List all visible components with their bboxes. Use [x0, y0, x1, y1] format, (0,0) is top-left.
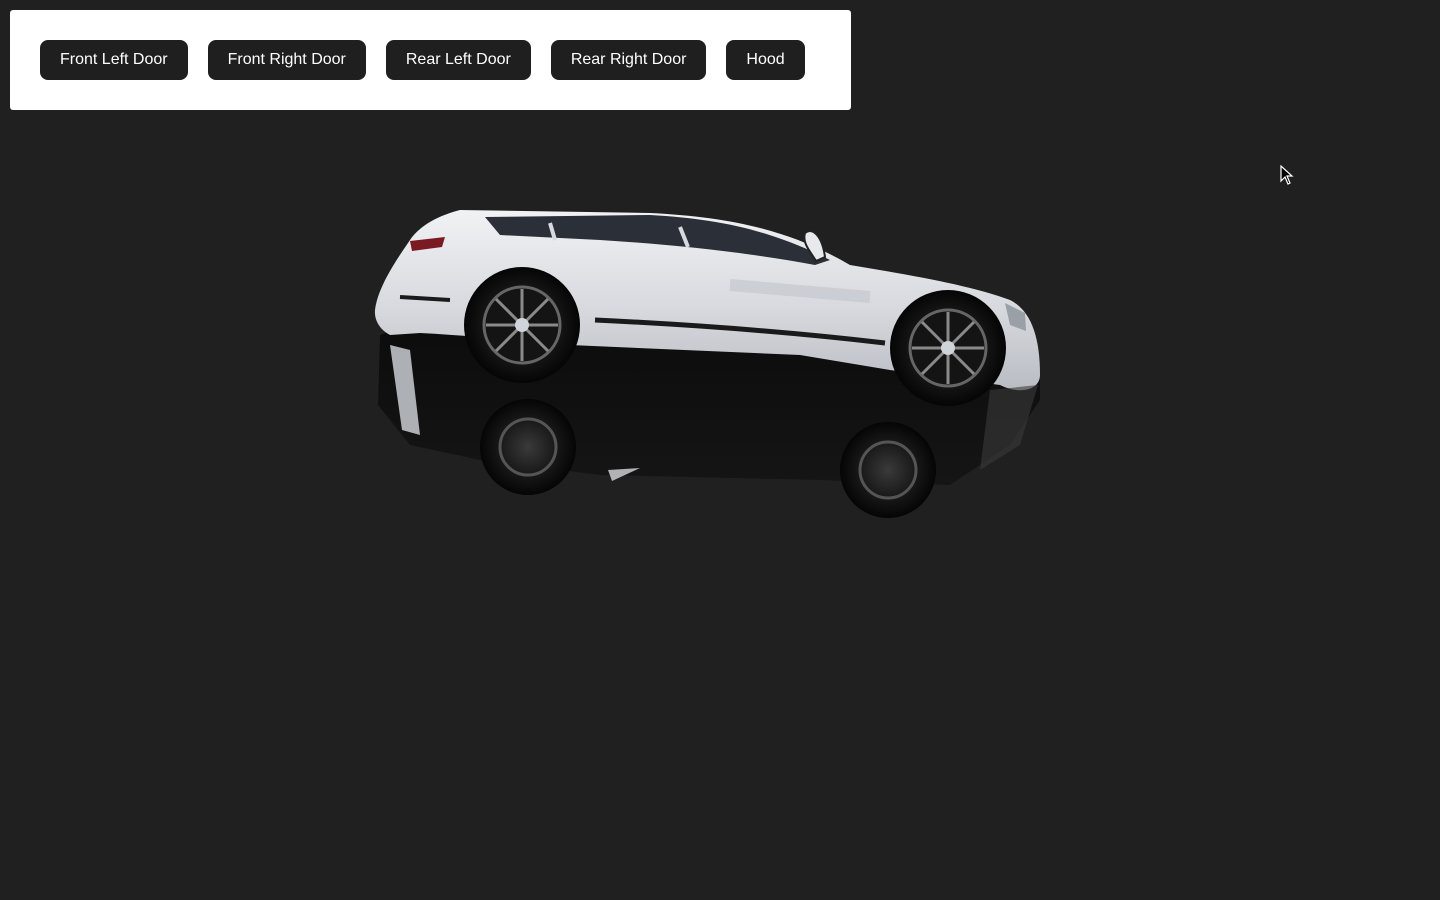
front-right-door-button[interactable]: Front Right Door [207, 40, 366, 80]
parts-toolbar: Front Left Door Front Right Door Rear Le… [10, 10, 851, 110]
wheel-upper-rear [464, 267, 580, 383]
app-canvas[interactable]: Front Left Door Front Right Door Rear Le… [0, 0, 1440, 900]
wheel-lower-rear [480, 399, 576, 495]
wheel-upper-front [890, 290, 1006, 406]
front-left-door-button[interactable]: Front Left Door [40, 40, 188, 80]
rear-left-door-button[interactable]: Rear Left Door [385, 40, 531, 80]
car-model-render [374, 210, 1040, 518]
wheel-lower-front [840, 422, 936, 518]
car-3d-viewer[interactable] [350, 185, 1070, 545]
hood-button[interactable]: Hood [726, 40, 805, 80]
mouse-pointer-icon [1280, 165, 1294, 185]
rear-right-door-button[interactable]: Rear Right Door [550, 40, 707, 80]
